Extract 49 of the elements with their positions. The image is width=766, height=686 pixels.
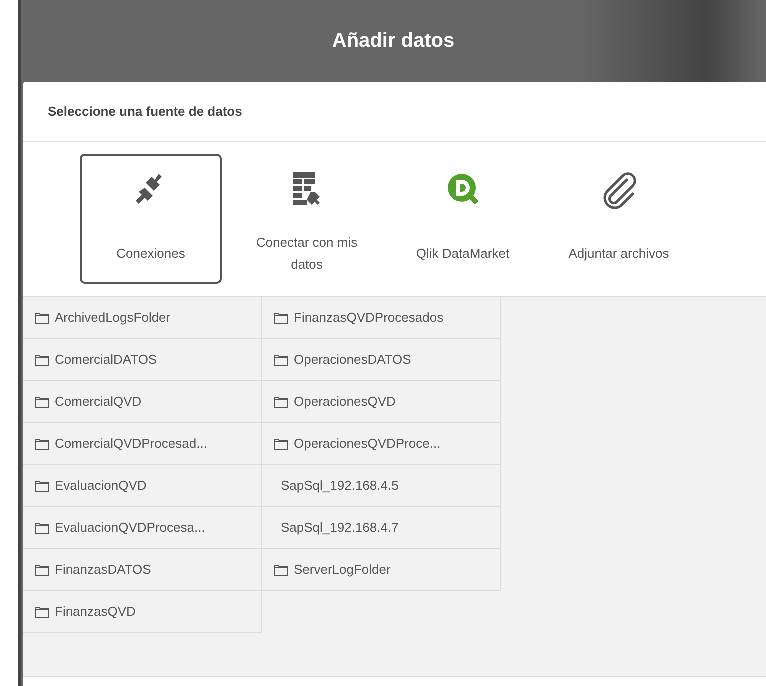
connection-item[interactable]: EvaluacionQVDProcesa... xyxy=(23,507,262,549)
connection-name: OperacionesQVDProce... xyxy=(294,434,441,453)
connection-name: FinanzasQVD xyxy=(55,602,136,621)
connection-name: FinanzasDATOS xyxy=(55,560,152,579)
connection-name: SapSql_192.168.4.7 xyxy=(281,518,399,537)
folder-icon xyxy=(274,564,288,576)
connection-name: OperacionesQVD xyxy=(294,392,396,411)
folder-icon xyxy=(35,312,49,324)
folder-icon xyxy=(274,312,288,324)
connection-name: ComercialQVD xyxy=(55,392,142,411)
connection-item[interactable]: ComercialDATOS xyxy=(23,339,262,381)
folder-icon xyxy=(35,564,49,576)
folder-icon xyxy=(35,438,49,450)
connection-item[interactable]: OperacionesQVD xyxy=(262,381,501,423)
folder-icon xyxy=(35,396,49,408)
source-tile[interactable]: Conectar con mis datos xyxy=(236,154,378,284)
connection-item[interactable]: OperacionesQVDProce... xyxy=(262,423,501,465)
source-tile[interactable]: Qlik DataMarket xyxy=(392,154,534,284)
folder-icon xyxy=(35,480,49,492)
connection-name: OperacionesDATOS xyxy=(294,350,412,369)
folder-icon xyxy=(274,396,288,408)
folder-icon xyxy=(274,354,288,366)
connection-item[interactable]: EvaluacionQVD xyxy=(23,465,262,507)
connection-name: ServerLogFolder xyxy=(294,560,391,579)
connection-item[interactable]: OperacionesDATOS xyxy=(262,339,501,381)
connection-item[interactable]: FinanzasQVDProcesados xyxy=(262,297,501,339)
panel-heading: Seleccione una fuente de datos xyxy=(48,102,242,121)
source-tile[interactable]: Adjuntar archivos xyxy=(548,154,690,284)
dialog-title: Añadir datos xyxy=(332,29,455,54)
connection-item[interactable]: ComercialQVDProcesad... xyxy=(23,423,262,465)
connection-name: EvaluacionQVD xyxy=(55,476,147,495)
connection-item[interactable]: SapSql_192.168.4.7 xyxy=(262,507,501,549)
connection-name: ComercialQVDProcesad... xyxy=(55,434,208,453)
connection-item[interactable]: ServerLogFolder xyxy=(262,549,501,591)
folder-icon xyxy=(35,606,49,618)
connection-item[interactable]: ArchivedLogsFolder xyxy=(23,297,262,339)
source-tile[interactable]: Conexiones xyxy=(80,154,222,284)
folder-icon xyxy=(35,522,49,534)
connection-name: EvaluacionQVDProcesa... xyxy=(55,518,206,537)
folder-icon xyxy=(35,354,49,366)
connection-name: ComercialDATOS xyxy=(55,350,158,369)
connection-name: FinanzasQVDProcesados xyxy=(294,308,444,327)
connection-item[interactable]: FinanzasDATOS xyxy=(23,549,262,591)
connection-item[interactable]: FinanzasQVD xyxy=(23,591,262,633)
connection-item[interactable]: SapSql_192.168.4.5 xyxy=(262,465,501,507)
connection-name: SapSql_192.168.4.5 xyxy=(281,476,399,495)
folder-icon xyxy=(274,438,288,450)
connection-item[interactable]: ComercialQVD xyxy=(23,381,262,423)
connection-name: ArchivedLogsFolder xyxy=(55,308,171,327)
